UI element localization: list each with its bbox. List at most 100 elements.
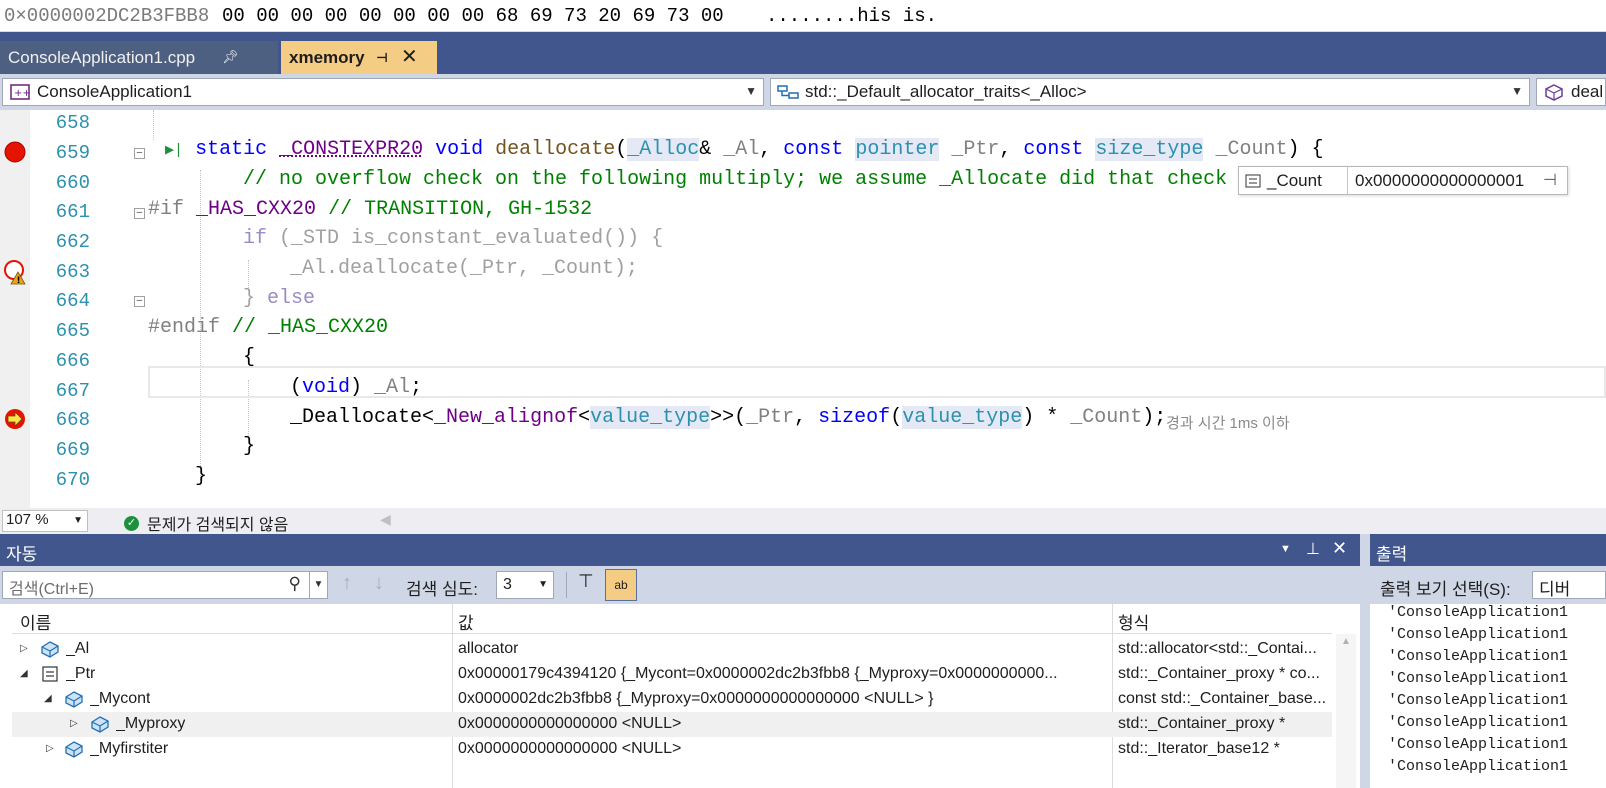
current-statement-arrow-icon — [5, 409, 25, 429]
scroll-up-icon[interactable]: ▲ — [1341, 636, 1351, 647]
data-tip-value[interactable]: 0x0000000000000001 — [1355, 171, 1524, 191]
output-line: 'ConsoleApplication1 — [1388, 758, 1569, 775]
code-line-662[interactable]: if (_STD is_constant_evaluated()) { — [243, 227, 663, 250]
chevron-down-icon[interactable]: ▼ — [1280, 543, 1291, 555]
member-name: deal — [1571, 82, 1604, 101]
autos-row[interactable]: ▷ _Al allocator std::allocator<std::_Con… — [12, 637, 1332, 662]
chevron-down-icon[interactable]: ▼ — [309, 572, 327, 598]
line-number: 668 — [55, 409, 90, 431]
autos-column-header: 이름 값 형식 — [12, 604, 1332, 634]
variable-value[interactable]: 0x0000000000000000 <NULL> — [458, 715, 681, 733]
column-name[interactable]: 이름 — [20, 609, 51, 634]
collapse-icon[interactable]: − — [134, 148, 145, 159]
data-tip[interactable]: _Count 0x0000000000000001 ⊣ — [1238, 166, 1568, 195]
code-line-660[interactable]: // no overflow check on the following mu… — [243, 168, 1227, 191]
vertical-scrollbar[interactable]: ▲ — [1336, 634, 1356, 788]
autos-panel: 자동 ▼ ⊥ ✕ 검색(Ctrl+E) ⚲ ▼ ↑ ↓ 검색 심도: 3 ▼ ⊤… — [0, 534, 1360, 788]
column-type[interactable]: 형식 — [1118, 609, 1149, 634]
code-line-659[interactable]: ▶| static _CONSTEXPR20 void deallocate(_… — [165, 138, 1323, 161]
search-next-icon[interactable]: ↓ — [374, 572, 384, 595]
search-input[interactable]: 검색(Ctrl+E) ⚲ ▼ — [2, 571, 328, 599]
tab-xmemory[interactable]: xmemory ⊣ ✕ — [281, 41, 437, 74]
variable-value[interactable]: 0x00000179c4394120 {_Mycont=0x0000002dc2… — [458, 665, 1058, 683]
project-dropdown[interactable]: ++ ConsoleApplication1 ▼ — [2, 78, 764, 106]
scope-dropdown[interactable]: std::_Default_allocator_traits<_Alloc> ▼ — [770, 78, 1530, 106]
panel-splitter[interactable] — [1360, 534, 1370, 788]
output-toolbar: 출력 보기 선택(S): 디버 — [1370, 566, 1606, 604]
autos-row[interactable]: ▷ _Myfirstiter 0x0000000000000000 <NULL>… — [12, 737, 1332, 762]
tab-consoleapplication1-cpp[interactable]: ConsoleApplication1.cpp 📌︎ — [0, 41, 278, 74]
variable-value[interactable]: 0x0000002dc2b3fbb8 {_Myproxy=0x000000000… — [458, 690, 934, 708]
tab-label: ConsoleApplication1.cpp — [8, 47, 196, 67]
collapse-icon[interactable]: ◢ — [20, 668, 28, 679]
zoom-select[interactable]: 107 % ▼ — [2, 510, 88, 532]
autos-row[interactable]: ▷ _Myproxy 0x0000000000000000 <NULL> std… — [12, 712, 1332, 737]
panel-title: 자동 — [6, 545, 38, 564]
collapse-icon[interactable]: − — [134, 208, 145, 219]
variable-icon — [1245, 174, 1261, 188]
output-line: 'ConsoleApplication1 — [1388, 714, 1569, 731]
hex-display-icon[interactable]: ab — [605, 569, 637, 601]
scroll-left-icon[interactable]: ◀ — [380, 511, 391, 528]
line-number: 661 — [55, 201, 90, 223]
close-icon[interactable]: ✕ — [401, 44, 418, 69]
collapse-icon[interactable]: − — [134, 296, 145, 307]
expand-icon[interactable]: ▷ — [20, 643, 28, 654]
output-line: 'ConsoleApplication1 — [1388, 736, 1569, 753]
expand-icon[interactable]: ▷ — [70, 718, 78, 729]
object-icon — [41, 641, 59, 658]
issues-text: 문제가 검색되지 않음 — [147, 517, 289, 534]
autos-row[interactable]: ◢ _Ptr 0x00000179c4394120 {_Mycont=0x000… — [12, 662, 1332, 687]
breakpoint-margin[interactable] — [0, 110, 30, 508]
close-icon[interactable]: ✕ — [1332, 538, 1347, 559]
object-icon — [91, 716, 109, 733]
variable-value[interactable]: 0x0000000000000000 <NULL> — [458, 740, 681, 758]
code-line-669[interactable]: } — [243, 435, 255, 458]
variable-value[interactable]: allocator — [458, 640, 518, 658]
method-icon — [1545, 84, 1563, 101]
perf-tip[interactable]: 경과 시간 1ms 이하 — [1166, 412, 1290, 433]
output-line: 'ConsoleApplication1 — [1388, 604, 1569, 621]
document-tab-bar: ConsoleApplication1.cpp 📌︎ xmemory ⊣ ✕ — [0, 32, 1606, 74]
code-line-661[interactable]: #if _HAS_CXX20 // TRANSITION, GH-1532 — [148, 198, 592, 221]
code-line-665[interactable]: #endif // _HAS_CXX20 — [148, 316, 388, 339]
search-previous-icon[interactable]: ↑ — [342, 572, 352, 595]
chevron-down-icon: ▼ — [745, 84, 757, 98]
member-dropdown[interactable]: deal — [1536, 78, 1606, 106]
breakpoint-warning-icon[interactable]: ! — [3, 259, 29, 285]
zoom-value: 107 % — [6, 511, 49, 528]
expand-icon[interactable]: ▷ — [46, 743, 54, 754]
code-line-668[interactable]: _Deallocate<_New_alignof<value_type>>(_P… — [290, 406, 1166, 429]
collapse-icon[interactable]: ◢ — [44, 693, 52, 704]
pin-icon[interactable]: ⊤ — [578, 571, 594, 592]
chevron-down-icon: ▼ — [1511, 84, 1523, 98]
code-line-670[interactable]: } — [195, 465, 207, 488]
code-line-667[interactable]: (void) _Al; — [290, 376, 422, 399]
pin-icon[interactable]: ⊥ — [1306, 539, 1320, 559]
search-icon[interactable]: ⚲ — [289, 574, 301, 594]
line-number: 662 — [55, 231, 90, 253]
svg-text:++: ++ — [14, 88, 31, 99]
code-line-664[interactable]: } else — [243, 287, 315, 310]
pin-icon[interactable]: ⊣ — [376, 50, 388, 66]
variable-type: std::_Iterator_base12 * — [1118, 740, 1280, 757]
code-line-666[interactable]: { — [243, 346, 255, 369]
autos-row[interactable]: ◢ _Mycont 0x0000002dc2b3fbb8 {_Myproxy=0… — [12, 687, 1332, 712]
column-value[interactable]: 값 — [458, 609, 474, 634]
tab-label: xmemory — [289, 47, 365, 67]
output-text[interactable]: 'ConsoleApplication1 'ConsoleApplication… — [1370, 604, 1606, 780]
search-depth-select[interactable]: 3 ▼ — [496, 571, 554, 599]
data-tip-divider — [1347, 167, 1348, 194]
object-icon — [65, 691, 83, 708]
project-name: ConsoleApplication1 — [37, 82, 192, 101]
line-number: 669 — [55, 439, 90, 461]
output-source-select[interactable]: 디버 — [1532, 571, 1606, 599]
variable-type: const std::_Container_base... — [1118, 690, 1327, 707]
pin-icon[interactable]: 📌︎ — [222, 49, 239, 65]
code-line-663[interactable]: _Al.deallocate(_Ptr, _Count); — [290, 257, 638, 280]
breakpoint-icon[interactable] — [3, 140, 27, 164]
line-number: 667 — [55, 380, 90, 402]
output-panel: 출력 출력 보기 선택(S): 디버 'ConsoleApplication1 … — [1370, 534, 1606, 788]
pin-icon[interactable]: ⊣ — [1543, 170, 1557, 190]
issues-indicator[interactable]: ✓ 문제가 검색되지 않음 — [124, 511, 288, 535]
